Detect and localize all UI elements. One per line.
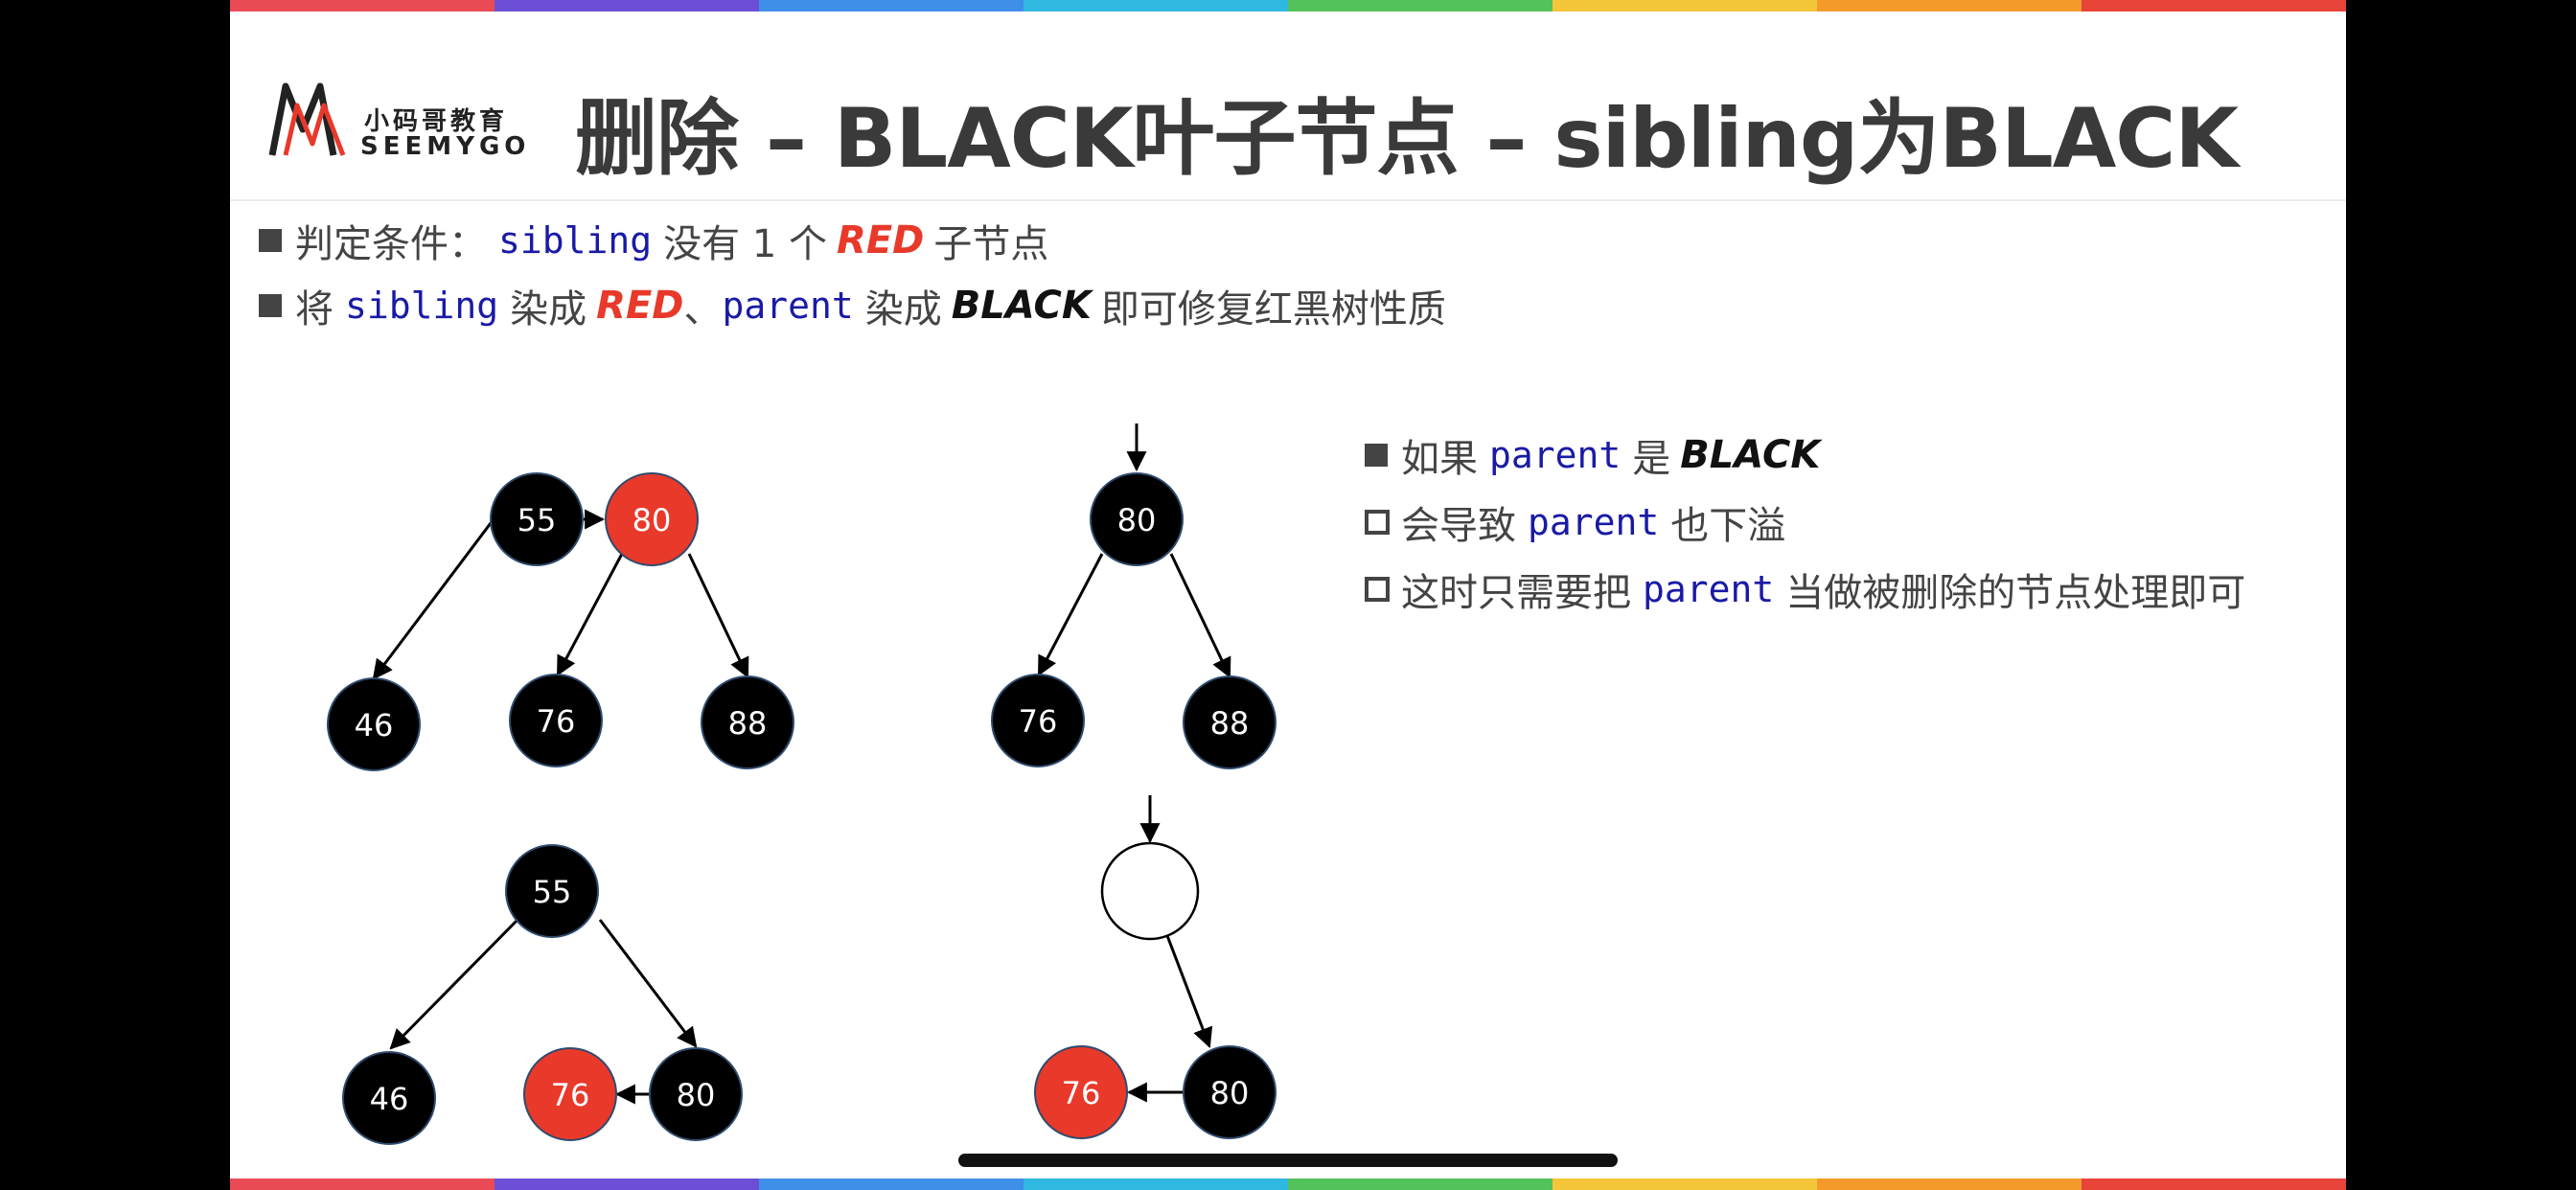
node-label: 80 [1117,502,1157,538]
tree-3-node-76: 76 [523,1047,617,1141]
tree-4-empty-node [1100,841,1200,941]
tree-1: 55 80 46 76 88 [327,472,794,771]
tree-2: 80 76 88 [991,423,1276,769]
node-label: 76 [1062,1075,1101,1111]
tree-3-node-55: 55 [505,844,599,938]
node-label: 80 [677,1077,716,1113]
node-label: 80 [632,502,672,538]
tree-1-node-80: 80 [605,472,699,566]
tree-2-node-76: 76 [991,674,1085,767]
tree-4-node-80: 80 [1183,1045,1276,1139]
node-label: 80 [1210,1075,1250,1111]
tree-3: 55 46 76 80 [342,844,743,1145]
node-label: 76 [1019,703,1058,740]
node-label: 55 [533,874,572,910]
tree-2-node-88: 88 [1183,675,1276,769]
node-label: 55 [518,502,557,538]
tree-3-node-46: 46 [342,1051,436,1145]
node-label: 76 [537,703,576,740]
node-label: 88 [728,705,768,742]
node-label: 88 [1210,705,1250,742]
tree-1-node-76: 76 [509,674,603,767]
node-label: 46 [355,707,394,744]
slide: 小码哥教育 SEEMYGO 删除 – BLACK叶子节点 – sibling为B… [230,0,2346,1190]
tree-3-node-80: 80 [649,1047,743,1141]
tree-diagrams: 55 80 46 76 88 80 76 88 55 46 76 80 76 8… [327,423,1276,1145]
tree-2-node-80: 80 [1090,472,1184,566]
tree-4: 76 80 [1034,795,1276,1139]
tree-1-node-46: 46 [327,677,421,771]
tree-4-node-76: 76 [1034,1045,1128,1139]
node-label: 46 [370,1081,409,1117]
home-indicator[interactable] [958,1154,1618,1167]
tree-1-node-55: 55 [490,472,584,566]
tree-1-node-88: 88 [701,675,794,769]
bottom-rainbow-bar [230,1179,2346,1190]
node-label: 76 [551,1077,590,1113]
